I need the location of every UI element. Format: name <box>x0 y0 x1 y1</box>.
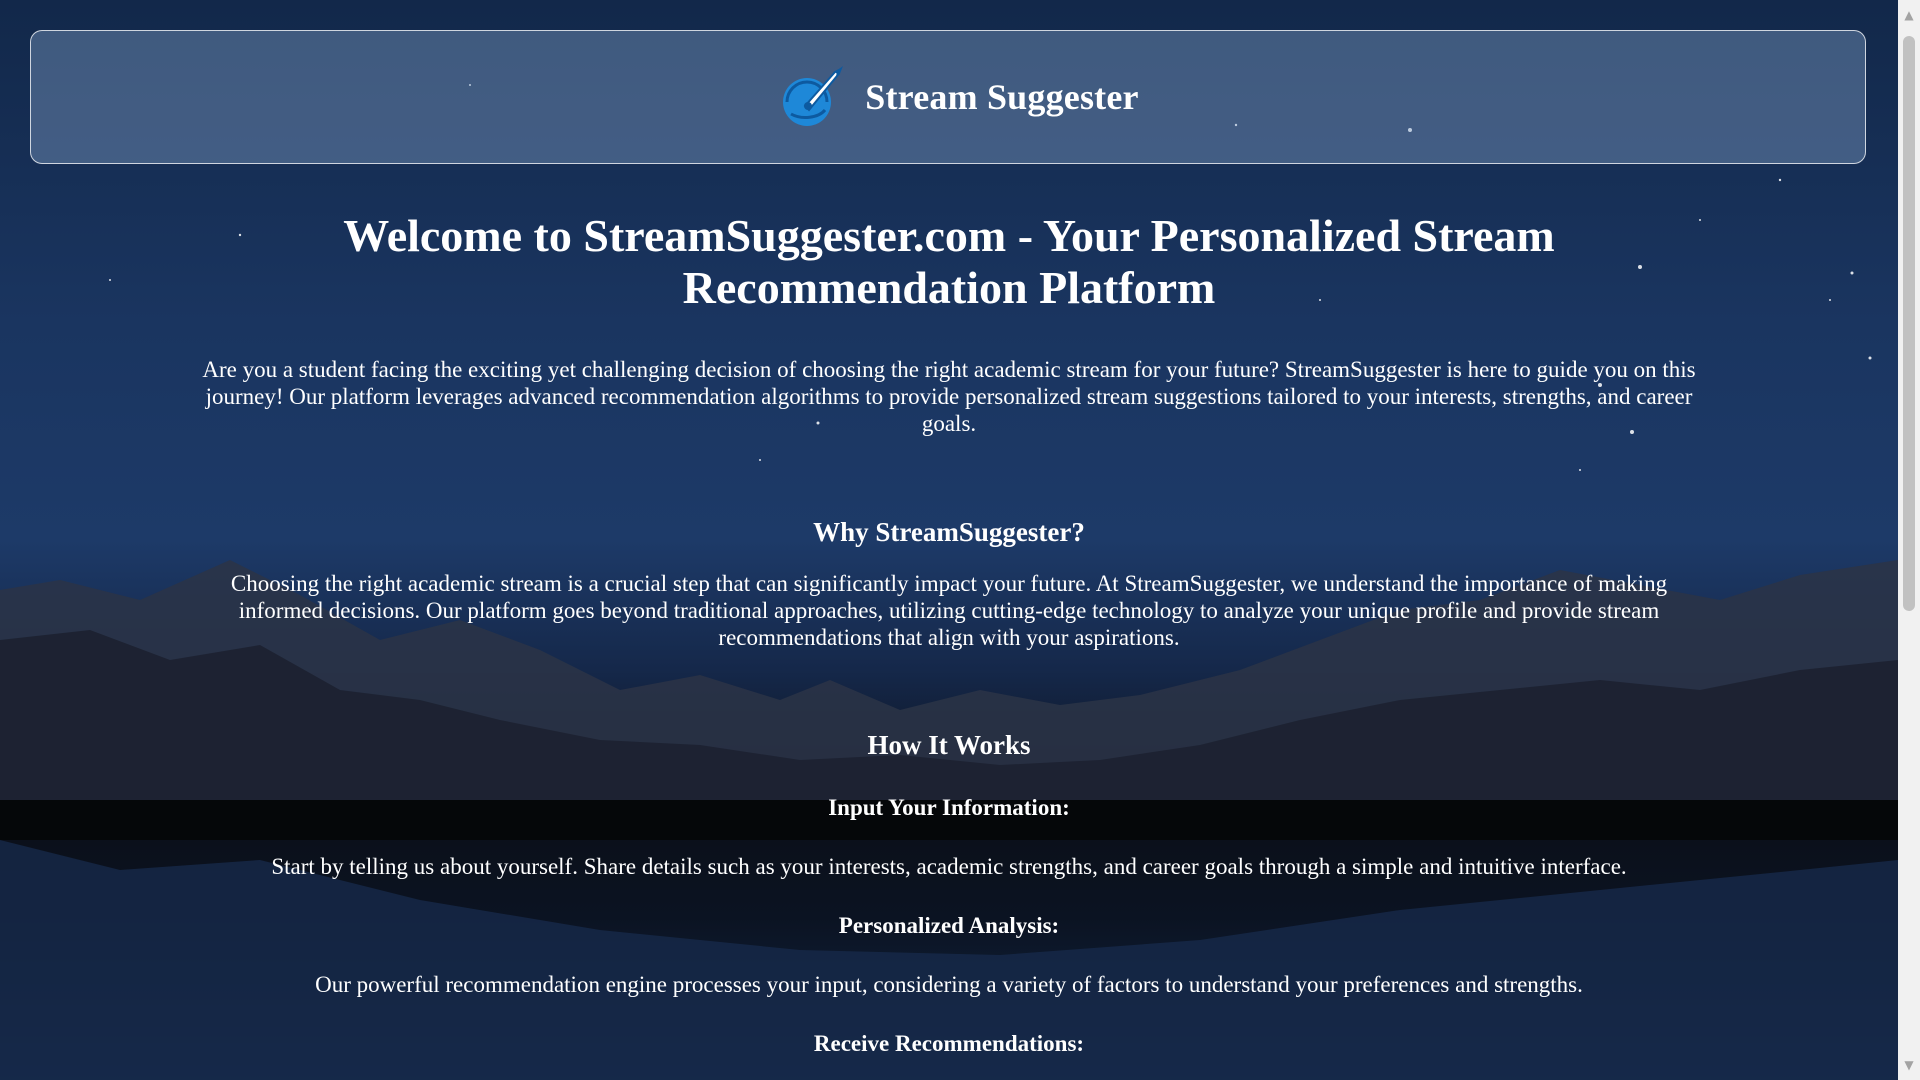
step-item: Input Your Information: Start by telling… <box>0 794 1898 881</box>
scroll-down-arrow-icon[interactable]: ▼ <box>1898 1054 1920 1076</box>
scroll-up-arrow-icon[interactable]: ▲ <box>1898 4 1920 26</box>
step-title: Receive Recommendations: <box>813 1031 1085 1056</box>
step-item: Personalized Analysis: Our powerful reco… <box>0 912 1898 999</box>
why-heading: Why StreamSuggester? <box>813 517 1085 547</box>
rocket-globe-icon <box>783 66 844 126</box>
brand-name: Stream Suggester <box>865 77 1139 117</box>
vertical-scrollbar[interactable]: ▲ ▼ <box>1898 0 1920 1080</box>
main-content: Welcome to StreamSuggester.com - Your Pe… <box>0 210 1898 1058</box>
intro-paragraph: Are you a student facing the exciting ye… <box>202 357 1696 436</box>
step-title: Input Your Information: <box>828 795 1070 820</box>
scrollbar-thumb[interactable] <box>1903 36 1915 611</box>
how-heading: How It Works <box>867 730 1031 760</box>
step-description: Start by telling us about yourself. Shar… <box>271 854 1627 879</box>
step-item: Receive Recommendations: <box>0 1030 1898 1058</box>
step-title: Personalized Analysis: <box>838 913 1060 938</box>
step-description: Our powerful recommendation engine proce… <box>315 972 1583 997</box>
page-title: Welcome to StreamSuggester.com - Your Pe… <box>343 210 1555 313</box>
why-paragraph: Choosing the right academic stream is a … <box>230 571 1668 650</box>
site-header: Stream Suggester <box>30 30 1866 164</box>
page: Stream Suggester Welcome to StreamSugges… <box>0 0 1898 1080</box>
brand[interactable]: Stream Suggester <box>777 62 1139 132</box>
